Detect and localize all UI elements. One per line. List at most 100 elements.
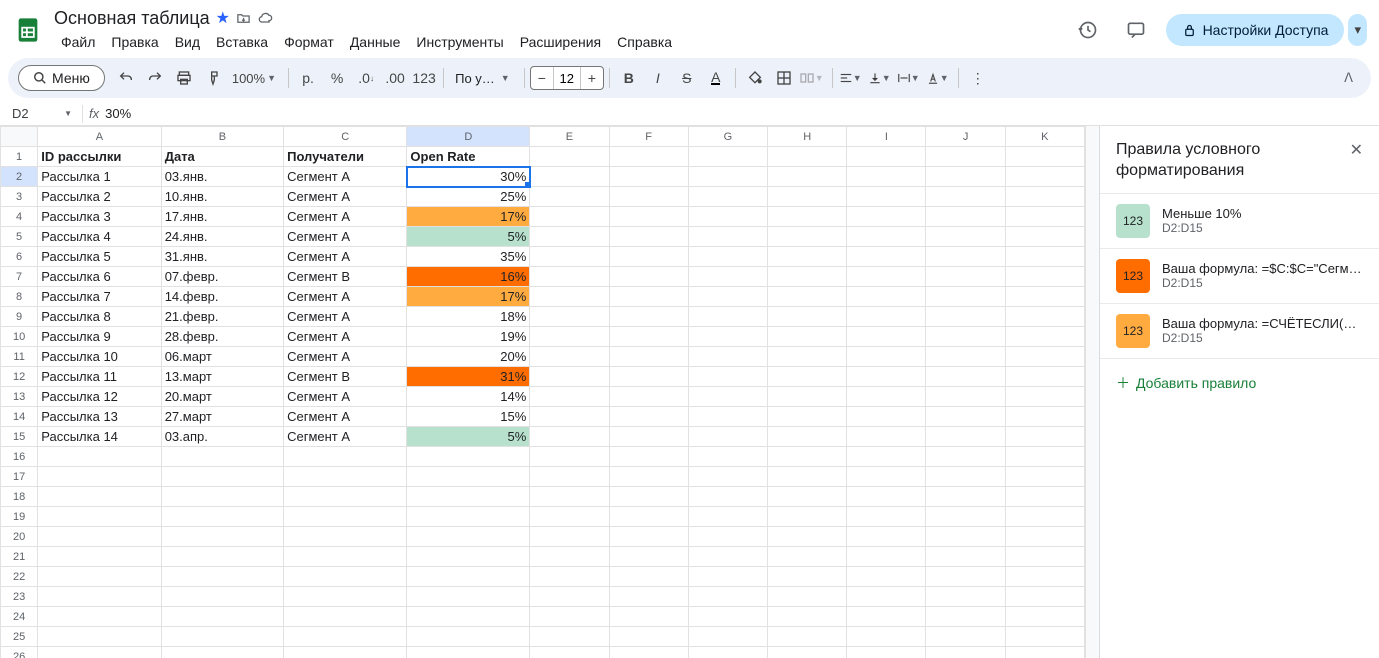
cell[interactable] <box>38 547 161 567</box>
cell[interactable]: Сегмент A <box>284 287 407 307</box>
cell[interactable] <box>609 567 688 587</box>
cell[interactable]: Рассылка 10 <box>38 347 161 367</box>
cell[interactable] <box>768 627 847 647</box>
share-button[interactable]: Настройки Доступа <box>1166 14 1345 46</box>
add-rule-button[interactable]: ＋ Добавить правило <box>1100 359 1379 407</box>
cell[interactable] <box>926 307 1005 327</box>
cell[interactable]: Сегмент A <box>284 247 407 267</box>
column-header-A[interactable]: A <box>38 127 161 147</box>
cell[interactable] <box>530 607 609 627</box>
cell[interactable] <box>609 547 688 567</box>
font-family-dropdown[interactable]: По у…▼ <box>449 71 519 86</box>
cell[interactable] <box>407 627 530 647</box>
row-header-15[interactable]: 15 <box>1 427 38 447</box>
cell[interactable] <box>1005 327 1084 347</box>
cell[interactable] <box>688 347 767 367</box>
cell[interactable] <box>407 467 530 487</box>
cell[interactable]: 30% <box>407 167 530 187</box>
cell[interactable] <box>530 467 609 487</box>
cell[interactable] <box>1005 407 1084 427</box>
cell[interactable]: 03.апр. <box>161 427 283 447</box>
cell[interactable] <box>530 487 609 507</box>
cell[interactable] <box>38 627 161 647</box>
cell[interactable] <box>609 467 688 487</box>
cell[interactable] <box>926 227 1005 247</box>
cell[interactable] <box>688 147 767 167</box>
cell[interactable] <box>688 367 767 387</box>
cell[interactable] <box>768 467 847 487</box>
cell[interactable] <box>161 567 283 587</box>
undo-icon[interactable] <box>112 64 140 92</box>
cell[interactable] <box>768 547 847 567</box>
merge-cells-icon[interactable]: ▼ <box>799 64 827 92</box>
menu-Вид[interactable]: Вид <box>168 31 207 53</box>
cell[interactable] <box>688 267 767 287</box>
cell[interactable] <box>530 427 609 447</box>
redo-icon[interactable] <box>141 64 169 92</box>
cell[interactable]: Сегмент A <box>284 407 407 427</box>
cell[interactable] <box>768 507 847 527</box>
cell[interactable]: Рассылка 8 <box>38 307 161 327</box>
cell[interactable]: 5% <box>407 227 530 247</box>
row-header-11[interactable]: 11 <box>1 347 38 367</box>
spreadsheet-grid[interactable]: ABCDEFGHIJK1ID рассылкиДатаПолучателиOpe… <box>0 126 1085 658</box>
cell[interactable] <box>530 367 609 387</box>
cloud-status-icon[interactable] <box>257 10 273 26</box>
cell[interactable] <box>926 647 1005 658</box>
cell[interactable] <box>1005 207 1084 227</box>
cell[interactable] <box>768 187 847 207</box>
cell[interactable] <box>609 447 688 467</box>
cell[interactable]: 25% <box>407 187 530 207</box>
star-icon[interactable]: ★ <box>216 8 230 28</box>
cell[interactable] <box>768 587 847 607</box>
cell[interactable] <box>609 647 688 658</box>
cell[interactable] <box>688 167 767 187</box>
cell[interactable] <box>847 367 926 387</box>
cell[interactable] <box>609 407 688 427</box>
more-toolbar-icon[interactable]: ⋮ <box>964 64 992 92</box>
cell[interactable] <box>530 387 609 407</box>
cell[interactable] <box>1005 627 1084 647</box>
cell[interactable]: Рассылка 11 <box>38 367 161 387</box>
column-header-J[interactable]: J <box>926 127 1005 147</box>
cell[interactable] <box>926 567 1005 587</box>
cell[interactable] <box>609 427 688 447</box>
cell[interactable] <box>768 647 847 658</box>
cell[interactable] <box>284 547 407 567</box>
cell[interactable]: 16% <box>407 267 530 287</box>
fill-color-icon[interactable] <box>741 64 769 92</box>
cell[interactable] <box>688 247 767 267</box>
cell[interactable] <box>768 527 847 547</box>
row-header-19[interactable]: 19 <box>1 507 38 527</box>
cell[interactable]: Рассылка 2 <box>38 187 161 207</box>
cell[interactable] <box>847 307 926 327</box>
cell[interactable] <box>926 147 1005 167</box>
cell[interactable] <box>609 167 688 187</box>
cell[interactable] <box>284 567 407 587</box>
cell[interactable] <box>530 587 609 607</box>
cell[interactable] <box>847 467 926 487</box>
cell[interactable] <box>688 527 767 547</box>
cell[interactable] <box>609 307 688 327</box>
row-header-12[interactable]: 12 <box>1 367 38 387</box>
cell[interactable]: 18% <box>407 307 530 327</box>
row-header-25[interactable]: 25 <box>1 627 38 647</box>
cell[interactable] <box>530 247 609 267</box>
cell[interactable] <box>609 347 688 367</box>
cell[interactable]: 19% <box>407 327 530 347</box>
cell[interactable] <box>768 147 847 167</box>
cell[interactable] <box>768 567 847 587</box>
cell[interactable] <box>530 307 609 327</box>
cell[interactable]: Сегмент B <box>284 367 407 387</box>
cell[interactable] <box>38 607 161 627</box>
more-formats-button[interactable]: 123 <box>410 64 438 92</box>
print-icon[interactable] <box>170 64 198 92</box>
percent-format-button[interactable]: % <box>323 64 351 92</box>
document-title[interactable]: Основная таблица <box>54 8 210 29</box>
cell[interactable] <box>1005 647 1084 658</box>
cell[interactable] <box>847 627 926 647</box>
cell[interactable]: Сегмент A <box>284 227 407 247</box>
cell[interactable] <box>847 587 926 607</box>
cell[interactable] <box>688 627 767 647</box>
cell[interactable] <box>609 587 688 607</box>
